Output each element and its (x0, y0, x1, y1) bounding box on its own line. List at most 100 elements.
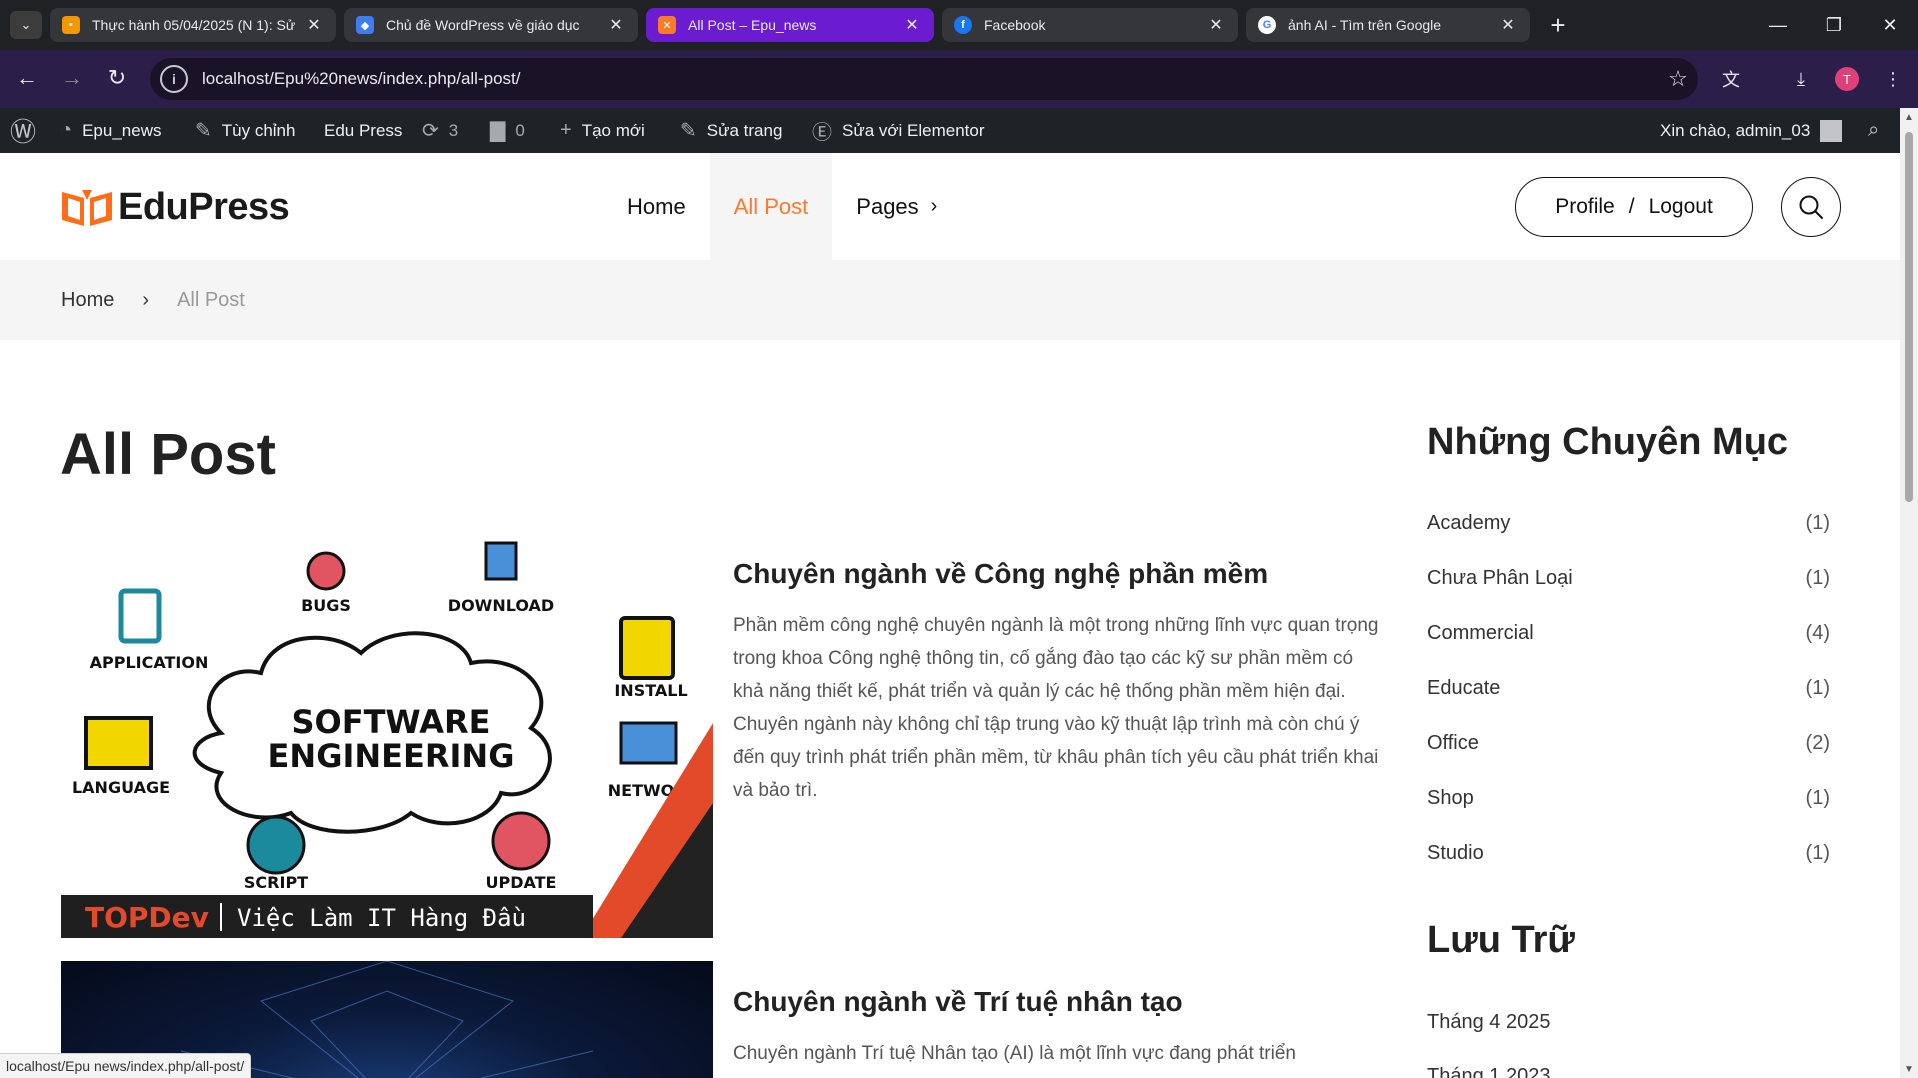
restore-button[interactable]: ❐ (1814, 8, 1854, 42)
nav-home[interactable]: Home (603, 153, 710, 260)
profile-logout-group: Profile / Logout (1515, 177, 1753, 237)
tab-google[interactable]: G ảnh AI - Tìm trên Google ✕ (1246, 8, 1530, 42)
category-count: (1) (1805, 787, 1830, 809)
category-name[interactable]: Commercial (1427, 622, 1534, 645)
admin-customize[interactable]: ✎ Tùy chỉnh (195, 108, 295, 153)
tab-title: Chủ đề WordPress về giáo dục (386, 17, 580, 33)
wp-admin-bar: Ⓦ ◔ Epu_news ✎ Tùy chỉnh Edu Press ⟳ 3 ▇… (0, 108, 1900, 153)
url-text[interactable]: localhost/Epu%20news/index.php/all-post/ (202, 69, 1658, 89)
category-name[interactable]: Chưa Phân Loại (1427, 567, 1573, 590)
category-count: (1) (1805, 842, 1830, 864)
plus-icon: + (560, 119, 572, 141)
theme-label: Edu Press (324, 120, 403, 140)
nav-pages[interactable]: Pages › (832, 153, 961, 260)
facebook-icon: f (954, 16, 972, 34)
admin-edit-page[interactable]: ✎ Sửa trang (680, 108, 782, 153)
category-item[interactable]: Commercial (4) (1427, 622, 1830, 645)
category-name[interactable]: Office (1427, 732, 1479, 755)
logout-link[interactable]: Logout (1649, 195, 1713, 219)
elementor-label: Sửa với Elementor (842, 120, 985, 140)
book-logo-icon (62, 189, 112, 226)
close-icon[interactable]: ✕ (1498, 15, 1518, 35)
post-title[interactable]: Chuyên ngành về Công nghệ phần mềm (733, 558, 1268, 590)
avatar (1820, 119, 1843, 142)
categories-heading: Những Chuyên Mục (1427, 421, 1789, 463)
tab-slides[interactable]: ▪ Thực hành 05/04/2025 (N 1): Sử ✕ (50, 8, 336, 42)
admin-comments[interactable]: ▇ 0 (490, 108, 525, 153)
tab-title: Thực hành 05/04/2025 (N 1): Sử (92, 17, 296, 33)
category-name[interactable]: Academy (1427, 512, 1510, 535)
admin-theme[interactable]: Edu Press (324, 108, 402, 153)
category-count: (2) (1805, 732, 1830, 754)
back-button[interactable]: ← (10, 61, 44, 95)
close-icon[interactable]: ✕ (606, 15, 626, 35)
category-name[interactable]: Shop (1427, 787, 1474, 810)
wordpress-logo-icon[interactable]: Ⓦ (10, 108, 46, 153)
post-title[interactable]: Chuyên ngành về Trí tuệ nhân tạo (733, 986, 1183, 1018)
page-scrollbar[interactable]: ▲ ▼ (1900, 108, 1918, 1078)
elementor-icon: Ⓔ (812, 122, 832, 144)
breadcrumb-home[interactable]: Home (61, 289, 114, 312)
browser-menu-icon[interactable]: ⋮ (1878, 64, 1908, 94)
close-icon[interactable]: ✕ (902, 15, 922, 35)
new-tab-button[interactable]: + (1543, 10, 1573, 40)
tab-wordpress-theme[interactable]: ◆ Chủ đề WordPress về giáo dục ✕ (344, 8, 638, 42)
google-icon: G (1258, 16, 1276, 34)
image-label-update: UPDATE (486, 873, 557, 892)
close-window-button[interactable]: ✕ (1870, 8, 1910, 42)
category-item[interactable]: Academy (1) (1427, 512, 1830, 535)
image-text-engineering: ENGINEERING (268, 737, 515, 775)
greeting-label: Xin chào, admin_03 (1660, 120, 1811, 140)
comments-count: 0 (515, 120, 525, 140)
profile-avatar[interactable]: T (1835, 67, 1859, 91)
admin-search-icon[interactable]: ⌕ (1868, 108, 1879, 153)
category-count: (1) (1805, 512, 1830, 534)
chevron-right-icon: › (142, 288, 150, 311)
category-item[interactable]: Office (2) (1427, 732, 1830, 755)
minimize-button[interactable]: — (1758, 8, 1798, 42)
post-excerpt: Phần mềm công nghệ chuyên ngành là một t… (733, 615, 1379, 801)
close-icon[interactable]: ✕ (304, 15, 324, 35)
image-label-script: SCRIPT (244, 873, 308, 892)
site-logo[interactable]: EduPress (60, 186, 290, 229)
archive-item[interactable]: Tháng 1 2023 (1427, 1065, 1550, 1078)
bookmark-star-icon[interactable]: ☆ (1658, 66, 1698, 92)
admin-new[interactable]: + Tạo mới (560, 108, 645, 153)
tab-all-post[interactable]: ✕ All Post – Epu_news ✕ (646, 8, 934, 42)
reload-button[interactable]: ↻ (100, 61, 134, 95)
image-text-software: SOFTWARE (291, 703, 490, 741)
category-item[interactable]: Studio (1) (1427, 842, 1830, 865)
post-excerpt: Chuyên ngành Trí tuệ Nhân tạo (AI) là mộ… (733, 1043, 1296, 1064)
category-item[interactable]: Shop (1) (1427, 787, 1830, 810)
admin-account[interactable]: Xin chào, admin_03 (1660, 108, 1843, 153)
profile-link[interactable]: Profile (1555, 195, 1615, 219)
admin-site-name[interactable]: ◔ Epu_news (60, 108, 161, 153)
translate-icon[interactable]: 文 (1716, 64, 1746, 94)
category-name[interactable]: Educate (1427, 677, 1500, 700)
category-item[interactable]: Educate (1) (1427, 677, 1830, 700)
site-name-label: Epu_news (82, 120, 162, 140)
shield-icon: ◆ (356, 16, 374, 34)
close-icon[interactable]: ✕ (1206, 15, 1226, 35)
archive-item[interactable]: Tháng 4 2025 (1427, 1011, 1550, 1034)
admin-updates[interactable]: ⟳ 3 (422, 108, 458, 153)
tab-title: Facebook (984, 17, 1046, 33)
archive-heading: Lưu Trữ (1427, 919, 1575, 961)
download-icon[interactable]: ⤓ (1786, 64, 1816, 94)
nav-all-post[interactable]: All Post (709, 153, 833, 260)
post-thumbnail[interactable]: SOFTWARE ENGINEERING BUGS DOWNLOAD APPLI… (61, 533, 713, 938)
category-name[interactable]: Studio (1427, 842, 1484, 865)
admin-elementor[interactable]: Ⓔ Sửa với Elementor (812, 108, 985, 153)
scrollbar-thumb[interactable] (1905, 132, 1913, 502)
scroll-down-icon[interactable]: ▼ (1904, 1064, 1914, 1075)
tab-facebook[interactable]: f Facebook ✕ (942, 8, 1238, 42)
category-item[interactable]: Chưa Phân Loại (1) (1427, 567, 1830, 590)
search-icon (1799, 195, 1823, 219)
site-search-button[interactable] (1781, 177, 1841, 237)
tab-search-button[interactable]: ⌄ (10, 11, 42, 39)
image-label-application: APPLICATION (90, 653, 209, 672)
scroll-up-icon[interactable]: ▲ (1904, 112, 1914, 123)
forward-button[interactable]: → (55, 61, 89, 95)
address-bar[interactable]: i localhost/Epu%20news/index.php/all-pos… (150, 58, 1698, 100)
site-info-icon[interactable]: i (160, 65, 188, 93)
